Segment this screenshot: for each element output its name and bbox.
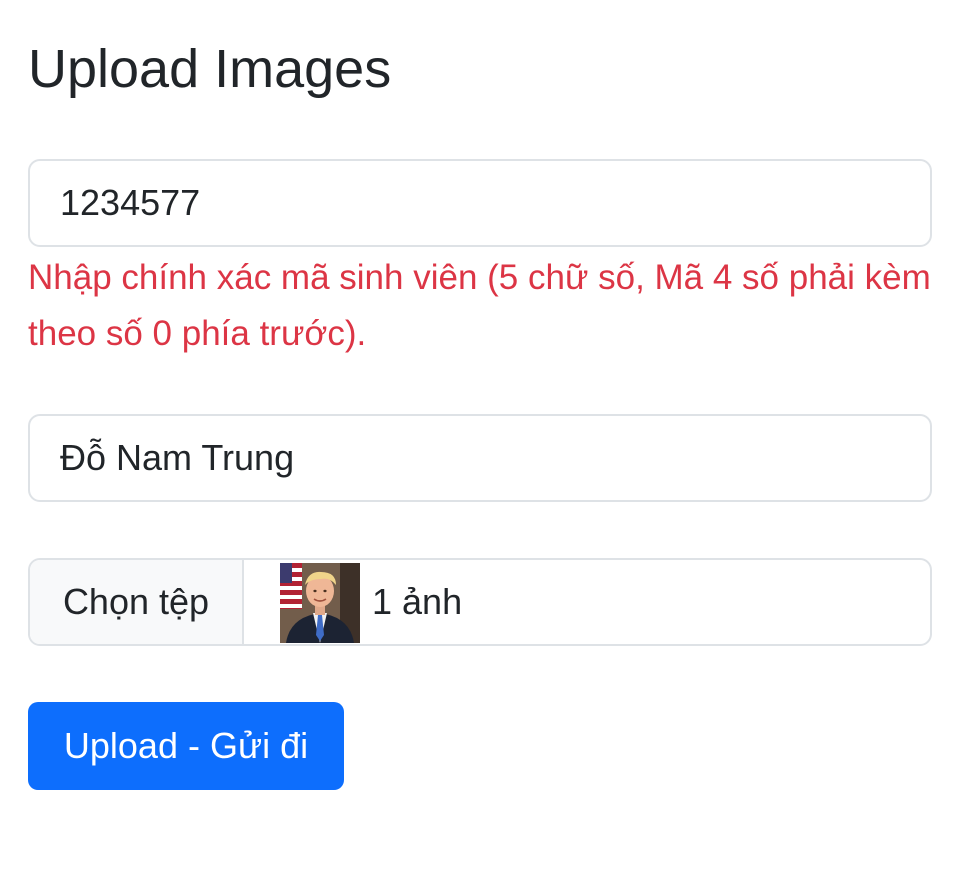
portrait-thumbnail-icon bbox=[280, 563, 360, 643]
selected-file-count: 1 ảnh bbox=[372, 581, 463, 622]
full-name-input[interactable] bbox=[30, 416, 930, 500]
portrait-thumbnail-graphic bbox=[280, 563, 360, 643]
flag-graphic bbox=[280, 563, 302, 609]
student-id-error-message: Nhập chính xác mã sinh viên (5 chữ số, M… bbox=[28, 258, 931, 353]
upload-submit-button[interactable]: Upload - Gửi đi bbox=[28, 702, 344, 790]
file-input[interactable]: Chọn tệp 1 ảnh bbox=[28, 558, 932, 646]
choose-file-button[interactable]: Chọn tệp bbox=[30, 560, 244, 644]
full-name-field bbox=[28, 414, 932, 502]
page-title: Upload Images bbox=[28, 39, 392, 99]
upload-page: Upload Images Nhập chính xác mã sinh viê… bbox=[0, 0, 960, 892]
student-id-input[interactable] bbox=[30, 161, 930, 245]
student-id-field bbox=[28, 159, 932, 247]
